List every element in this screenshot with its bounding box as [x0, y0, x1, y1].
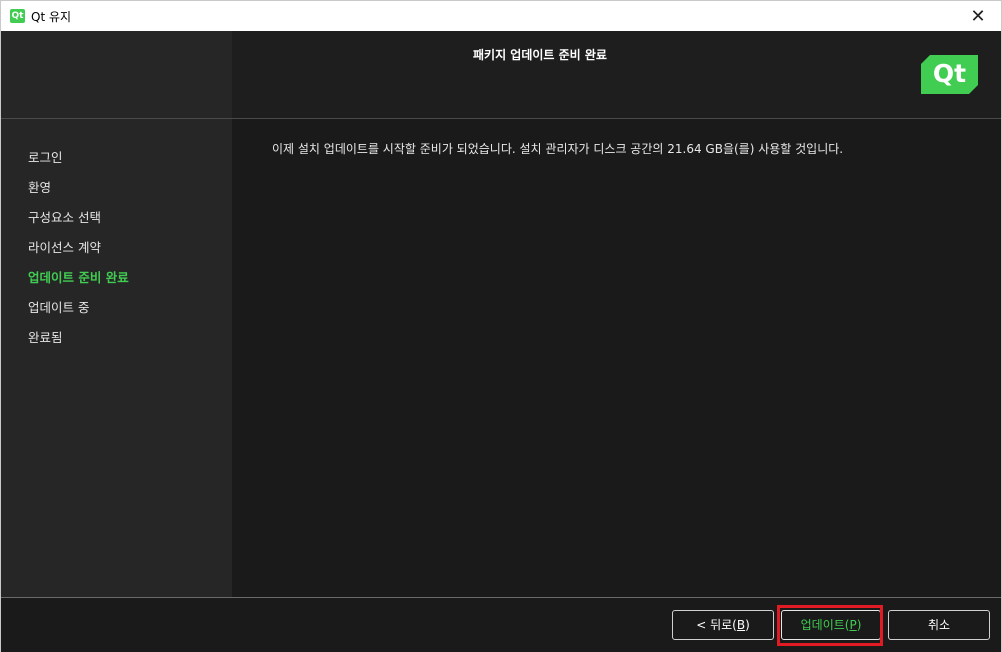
close-icon[interactable]: ✕: [955, 1, 1001, 31]
qt-app-icon: Qt: [10, 9, 25, 23]
step-finished: 완료됨: [28, 330, 63, 345]
step-select-components: 구성요소 선택: [28, 210, 101, 225]
update-button-suffix: ): [856, 618, 862, 632]
step-welcome: 환영: [28, 180, 52, 195]
window-title: Qt 유지: [31, 9, 72, 24]
back-button-suffix: ): [745, 618, 750, 632]
step-login: 로그인: [28, 150, 63, 165]
ready-message: 이제 설치 업데이트를 시작할 준비가 되었습니다. 설치 관리자가 디스크 공…: [272, 142, 844, 156]
installer-window: 패키지 업데이트 준비 완료 Qt 로그인 환영 구성요소 선택 라이선스 계약…: [0, 31, 1002, 652]
update-button[interactable]: 업데이트(P): [781, 610, 881, 640]
update-mnemonic: P: [849, 618, 857, 632]
step-license: 라이선스 계약: [28, 240, 101, 255]
page-header: 패키지 업데이트 준비 완료 Qt: [232, 31, 1001, 119]
step-updating: 업데이트 중: [28, 300, 90, 315]
step-list: 로그인 환영 구성요소 선택 라이선스 계약 업데이트 준비 완료 업데이트 중…: [28, 150, 129, 360]
back-button-label: < 뒤로(: [696, 618, 737, 632]
back-button[interactable]: < 뒤로(B): [672, 610, 774, 640]
page-title: 패키지 업데이트 준비 완료: [473, 48, 607, 62]
cancel-button[interactable]: 취소: [888, 610, 990, 640]
back-mnemonic: B: [736, 618, 746, 632]
title-bar: Qt Qt 유지 ✕: [0, 0, 1002, 31]
step-ready-to-update: 업데이트 준비 완료: [28, 270, 129, 285]
update-button-label: 업데이트(: [800, 618, 850, 632]
button-bar: < 뒤로(B) 업데이트(P) 취소: [1, 598, 1001, 652]
qt-logo: Qt: [921, 55, 978, 94]
header-divider: [1, 118, 1001, 119]
